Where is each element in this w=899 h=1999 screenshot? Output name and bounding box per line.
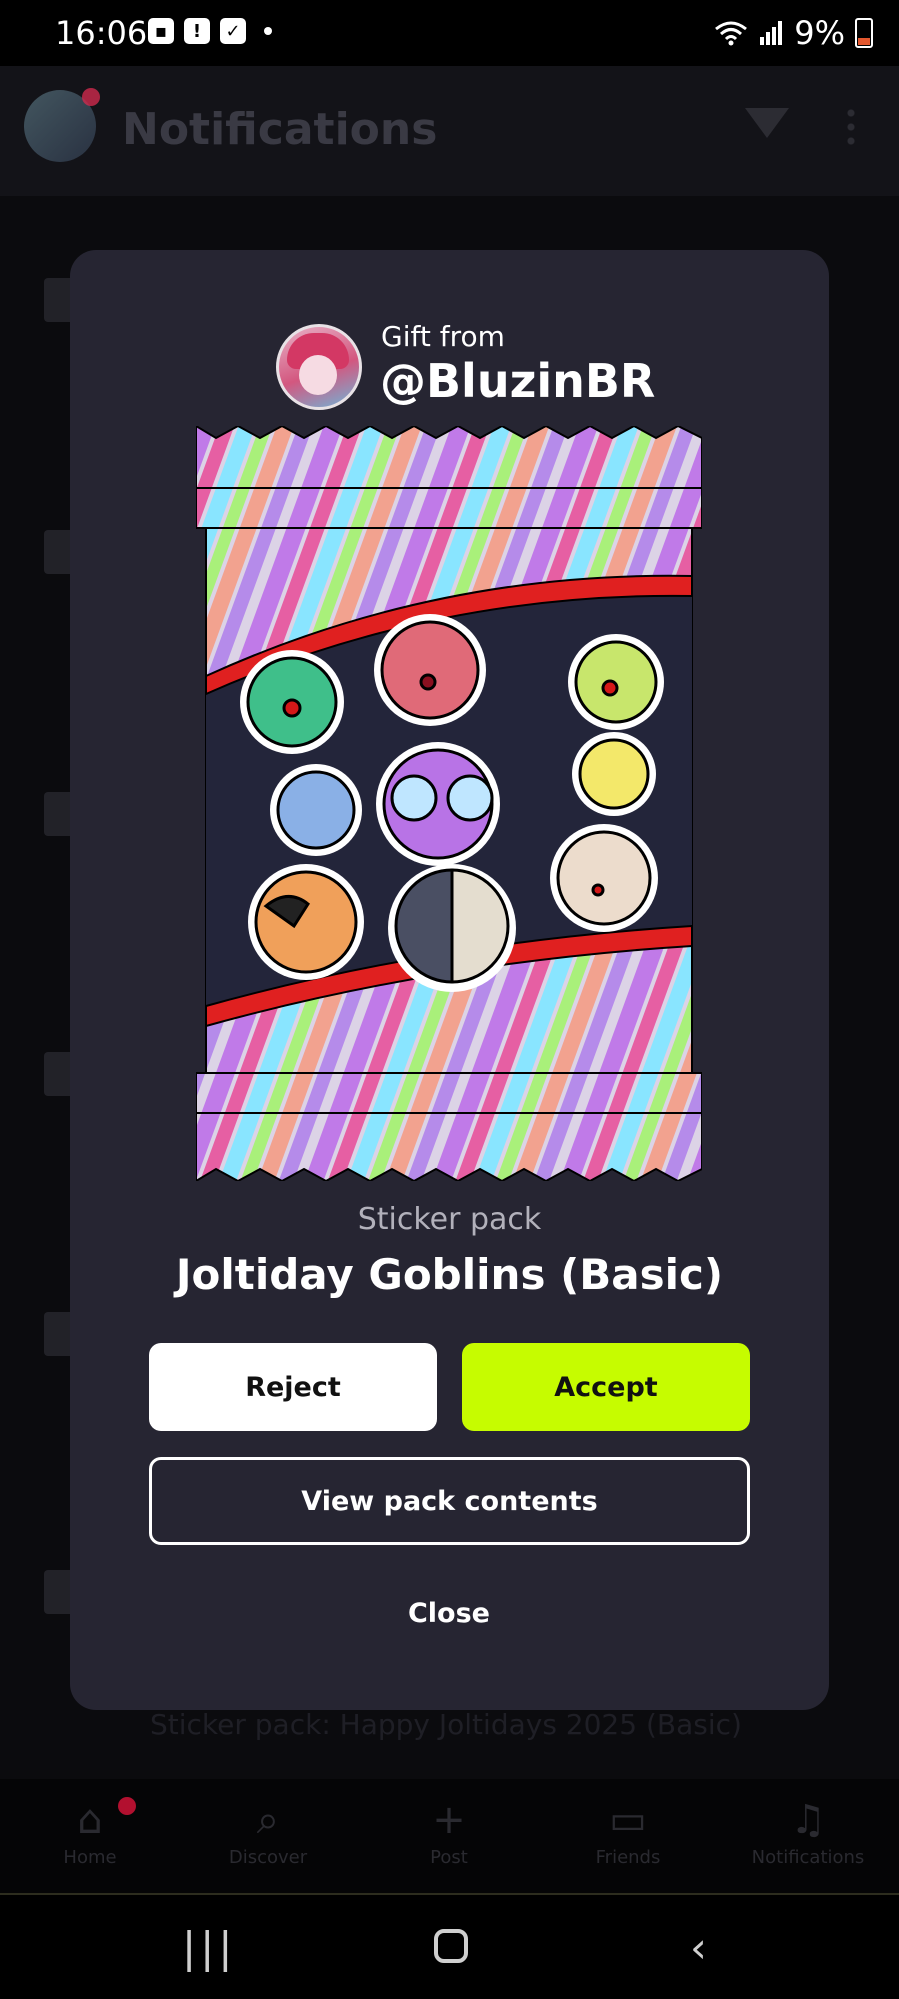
page-title: Notifications bbox=[122, 104, 438, 155]
pack-name: Joltiday Goblins (Basic) bbox=[175, 1250, 724, 1299]
nav-label: Notifications bbox=[751, 1847, 865, 1868]
status-notification-icons: ▪ ! ✓ bbox=[148, 18, 272, 44]
plus-icon: + bbox=[432, 1797, 466, 1843]
sender-username: @BluzinBR bbox=[380, 354, 656, 408]
chat-icon: ▭ bbox=[609, 1797, 647, 1843]
nav-label: Post bbox=[430, 1847, 468, 1868]
battery-icon bbox=[855, 18, 873, 48]
status-bar: 16:06 ▪ ! ✓ 9% bbox=[0, 0, 899, 66]
home-button-icon[interactable] bbox=[434, 1929, 468, 1963]
nav-notifications[interactable]: ♫ Notifications bbox=[738, 1797, 878, 1868]
more-options-icon bbox=[847, 106, 855, 146]
reject-button[interactable]: Reject bbox=[149, 1343, 437, 1431]
wifi-icon bbox=[715, 21, 748, 46]
nav-label: Discover bbox=[228, 1847, 308, 1868]
view-pack-contents-button[interactable]: View pack contents bbox=[149, 1457, 750, 1545]
nav-friends[interactable]: ▭ Friends bbox=[558, 1797, 698, 1868]
battery-percent: 9% bbox=[794, 14, 845, 52]
nav-discover[interactable]: ⌕ Discover bbox=[198, 1797, 338, 1868]
filter-icon bbox=[745, 108, 789, 138]
avatar-badge-icon bbox=[82, 88, 100, 106]
status-time: 16:06 bbox=[55, 14, 148, 52]
notification-text: Sticker pack: Happy Joltidays 2025 (Basi… bbox=[150, 1708, 742, 1741]
search-icon: ⌕ bbox=[256, 1797, 280, 1843]
nav-label: Home bbox=[63, 1847, 117, 1868]
sender-avatar bbox=[276, 324, 362, 410]
more-notifications-dot-icon bbox=[264, 27, 272, 35]
home-icon: ⌂ bbox=[77, 1797, 103, 1843]
bottom-nav: ⌂ Home ⌕ Discover + Post ▭ Friends ♫ Not… bbox=[0, 1779, 899, 1894]
close-button[interactable]: Close bbox=[349, 1580, 549, 1646]
signal-icon bbox=[760, 21, 783, 45]
alert-icon: ! bbox=[184, 18, 210, 44]
recent-apps-icon[interactable]: ||| bbox=[182, 1923, 236, 1972]
nav-home[interactable]: ⌂ Home bbox=[20, 1797, 160, 1868]
bell-icon: ♫ bbox=[790, 1797, 826, 1843]
status-right: 9% bbox=[714, 14, 873, 52]
avatar-face bbox=[299, 355, 337, 395]
accept-button[interactable]: Accept bbox=[462, 1343, 750, 1431]
nav-post[interactable]: + Post bbox=[379, 1797, 519, 1868]
sticker-pack-image bbox=[196, 426, 702, 1181]
back-icon[interactable]: ‹ bbox=[690, 1923, 707, 1972]
gift-label: Gift from bbox=[381, 320, 505, 353]
image-icon: ▪ bbox=[148, 18, 174, 44]
home-badge-icon bbox=[118, 1797, 136, 1815]
check-icon: ✓ bbox=[220, 18, 246, 44]
pack-type-label: Sticker pack bbox=[357, 1202, 542, 1237]
nav-label: Friends bbox=[595, 1847, 661, 1868]
